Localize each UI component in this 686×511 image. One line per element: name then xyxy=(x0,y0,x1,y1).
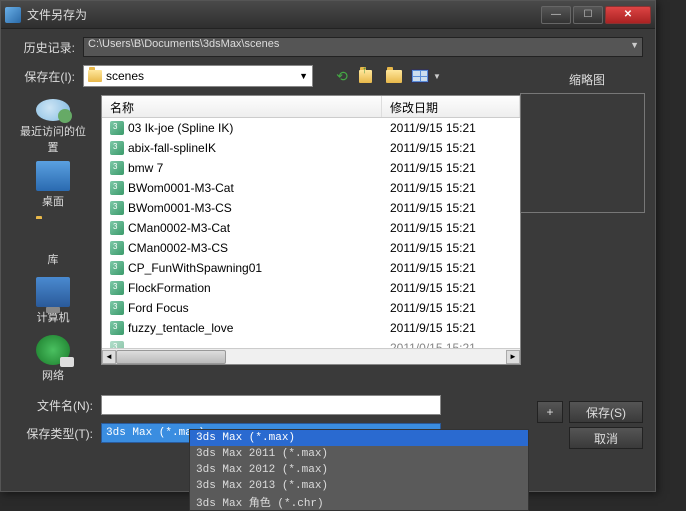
file-date: 2011/9/15 15:21 xyxy=(382,161,520,175)
max-file-icon xyxy=(110,281,124,295)
scroll-left-button[interactable]: ◄ xyxy=(102,350,116,364)
file-name: CMan0002-M3-CS xyxy=(128,241,228,255)
max-file-icon xyxy=(110,201,124,215)
filetype-option[interactable]: 3ds Max 2011 (*.max) xyxy=(190,446,528,462)
plus-button[interactable]: + xyxy=(537,401,563,423)
save-button[interactable]: 保存(S) xyxy=(569,401,643,423)
new-folder-icon[interactable] xyxy=(385,67,403,85)
table-row[interactable]: BWom0001-M3-Cat 2011/9/15 15:21 xyxy=(102,178,520,198)
close-button[interactable]: ✕ xyxy=(605,6,651,24)
table-row[interactable]: CP_FunWithSpawning01 2011/9/15 15:21 xyxy=(102,258,520,278)
file-date: 2011/9/15 15:21 xyxy=(382,221,520,235)
table-row[interactable]: 03 Ik-joe (Spline IK) 2011/9/15 15:21 xyxy=(102,118,520,138)
max-file-icon xyxy=(110,241,124,255)
max-file-icon xyxy=(110,121,124,135)
table-row[interactable]: FlockFormation 2011/9/15 15:21 xyxy=(102,278,520,298)
file-date: 2011/9/15 15:21 xyxy=(382,201,520,215)
table-row[interactable]: BWom0001-M3-CS 2011/9/15 15:21 xyxy=(102,198,520,218)
file-name: BWom0001-M3-CS xyxy=(128,201,232,215)
file-date: 2011/9/15 15:21 xyxy=(382,141,520,155)
filename-label: 文件名(N): xyxy=(13,397,101,414)
thumbnail-label: 缩略图 xyxy=(569,71,605,88)
file-date: 2011/9/15 15:21 xyxy=(382,321,520,335)
app-icon xyxy=(5,7,21,23)
filetype-option[interactable]: 3ds Max 2013 (*.max) xyxy=(190,478,528,494)
table-row[interactable]: CMan0002-M3-CS 2011/9/15 15:21 xyxy=(102,238,520,258)
save-as-dialog: 文件另存为 — ☐ ✕ 历史记录: C:\Users\B\Documents\3… xyxy=(0,0,656,492)
savein-select[interactable]: scenes ▼ xyxy=(83,65,313,87)
file-date: 2011/9/15 15:21 xyxy=(382,181,520,195)
minimize-button[interactable]: — xyxy=(541,6,571,24)
file-list: 名称 修改日期 03 Ik-joe (Spline IK) 2011/9/15 1… xyxy=(101,95,521,365)
file-date: 2011/9/15 15:21 xyxy=(382,281,520,295)
file-name: FlockFormation xyxy=(128,281,211,295)
history-select[interactable]: C:\Users\B\Documents\3dsMax\scenes xyxy=(83,37,643,57)
max-file-icon xyxy=(110,321,124,335)
file-date: 2011/9/15 15:21 xyxy=(382,121,520,135)
max-file-icon xyxy=(110,301,124,315)
file-name: CP_FunWithSpawning01 xyxy=(128,261,262,275)
views-dropdown-icon[interactable]: ▼ xyxy=(433,72,441,81)
cancel-button[interactable]: 取消 xyxy=(569,427,643,449)
filetype-dropdown: 3ds Max (*.max)3ds Max 2011 (*.max)3ds M… xyxy=(189,429,529,511)
max-file-icon xyxy=(110,261,124,275)
scroll-right-button[interactable]: ► xyxy=(506,350,520,364)
places-bar: 最近访问的位置 桌面 库 计算机 网络 xyxy=(13,95,93,387)
file-date: 2011/9/15 15:21 xyxy=(382,301,520,315)
max-file-icon xyxy=(110,181,124,195)
column-date[interactable]: 修改日期 xyxy=(382,96,520,117)
place-network[interactable]: 网络 xyxy=(17,331,89,387)
place-computer[interactable]: 计算机 xyxy=(17,273,89,329)
savein-label: 保存在(I): xyxy=(13,68,83,85)
file-list-header: 名称 修改日期 xyxy=(102,96,520,118)
filetype-option[interactable]: 3ds Max 角色 (*.chr) xyxy=(190,494,528,510)
table-row[interactable]: 2011/0/15 15:21 xyxy=(102,338,520,348)
filetype-label: 保存类型(T): xyxy=(13,425,101,442)
horizontal-scrollbar[interactable]: ◄ ► xyxy=(102,348,520,364)
scroll-thumb[interactable] xyxy=(116,350,226,364)
file-name: bmw 7 xyxy=(128,161,163,175)
filetype-option[interactable]: 3ds Max 2012 (*.max) xyxy=(190,462,528,478)
file-name: BWom0001-M3-Cat xyxy=(128,181,234,195)
table-row[interactable]: CMan0002-M3-Cat 2011/9/15 15:21 xyxy=(102,218,520,238)
back-icon[interactable]: ⟲ xyxy=(333,67,351,85)
titlebar[interactable]: 文件另存为 — ☐ ✕ xyxy=(1,1,655,29)
savein-value: scenes xyxy=(106,69,144,83)
max-file-icon xyxy=(110,141,124,155)
views-icon[interactable] xyxy=(411,67,429,85)
folder-icon xyxy=(88,70,102,82)
file-name: 03 Ik-joe (Spline IK) xyxy=(128,121,233,135)
file-date: 2011/9/15 15:21 xyxy=(382,241,520,255)
file-date: 2011/9/15 15:21 xyxy=(382,261,520,275)
table-row[interactable]: fuzzy_tentacle_love 2011/9/15 15:21 xyxy=(102,318,520,338)
place-desktop[interactable]: 桌面 xyxy=(17,157,89,213)
file-name: Ford Focus xyxy=(128,301,189,315)
table-row[interactable]: bmw 7 2011/9/15 15:21 xyxy=(102,158,520,178)
max-file-icon xyxy=(110,341,124,348)
filetype-option[interactable]: 3ds Max (*.max) xyxy=(190,430,528,446)
file-name: CMan0002-M3-Cat xyxy=(128,221,230,235)
place-recent[interactable]: 最近访问的位置 xyxy=(17,99,89,155)
filename-input[interactable] xyxy=(101,395,441,415)
table-row[interactable]: abix-fall-splineIK 2011/9/15 15:21 xyxy=(102,138,520,158)
history-label: 历史记录: xyxy=(13,39,83,56)
max-file-icon xyxy=(110,221,124,235)
column-name[interactable]: 名称 xyxy=(102,96,382,117)
window-title: 文件另存为 xyxy=(27,6,541,23)
maximize-button[interactable]: ☐ xyxy=(573,6,603,24)
up-folder-icon[interactable] xyxy=(359,67,377,85)
max-file-icon xyxy=(110,161,124,175)
file-name: fuzzy_tentacle_love xyxy=(128,321,233,335)
thumbnail-preview xyxy=(520,93,645,213)
file-date: 2011/0/15 15:21 xyxy=(382,341,520,348)
table-row[interactable]: Ford Focus 2011/9/15 15:21 xyxy=(102,298,520,318)
file-name: abix-fall-splineIK xyxy=(128,141,216,155)
place-library[interactable]: 库 xyxy=(17,215,89,271)
